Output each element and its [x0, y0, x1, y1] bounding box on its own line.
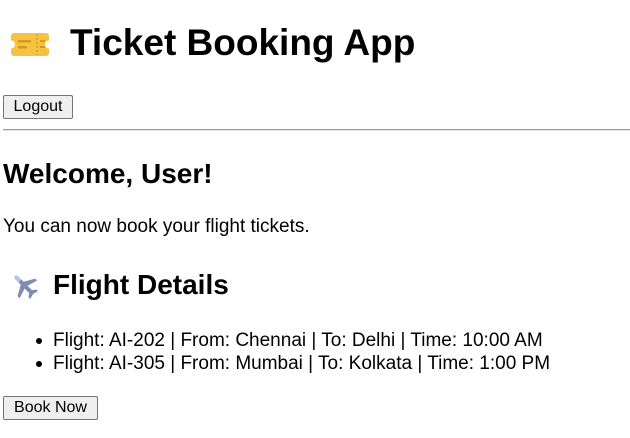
book-now-button[interactable]: Book Now	[3, 396, 98, 420]
intro-text: You can now book your flight tickets.	[3, 216, 310, 237]
page: Ticket Booking App Logout Welcome, User!…	[0, 0, 630, 438]
flight-details-heading: Flight Details	[9, 268, 229, 302]
flight-list-item: Flight: AI-305 | From: Mumbai | To: Kolk…	[0, 352, 550, 375]
app-title-text: Ticket Booking App	[70, 22, 416, 63]
flight-list: Flight: AI-202 | From: Chennai | To: Del…	[0, 329, 550, 375]
flight-details-title: Flight Details	[53, 269, 229, 300]
app-title: Ticket Booking App	[9, 19, 415, 67]
airplane-icon	[9, 270, 40, 301]
logout-button[interactable]: Logout	[3, 95, 73, 119]
welcome-heading: Welcome, User!	[3, 158, 213, 189]
ticket-icon	[9, 19, 53, 67]
flight-list-item: Flight: AI-202 | From: Chennai | To: Del…	[0, 329, 550, 352]
divider	[3, 129, 630, 131]
